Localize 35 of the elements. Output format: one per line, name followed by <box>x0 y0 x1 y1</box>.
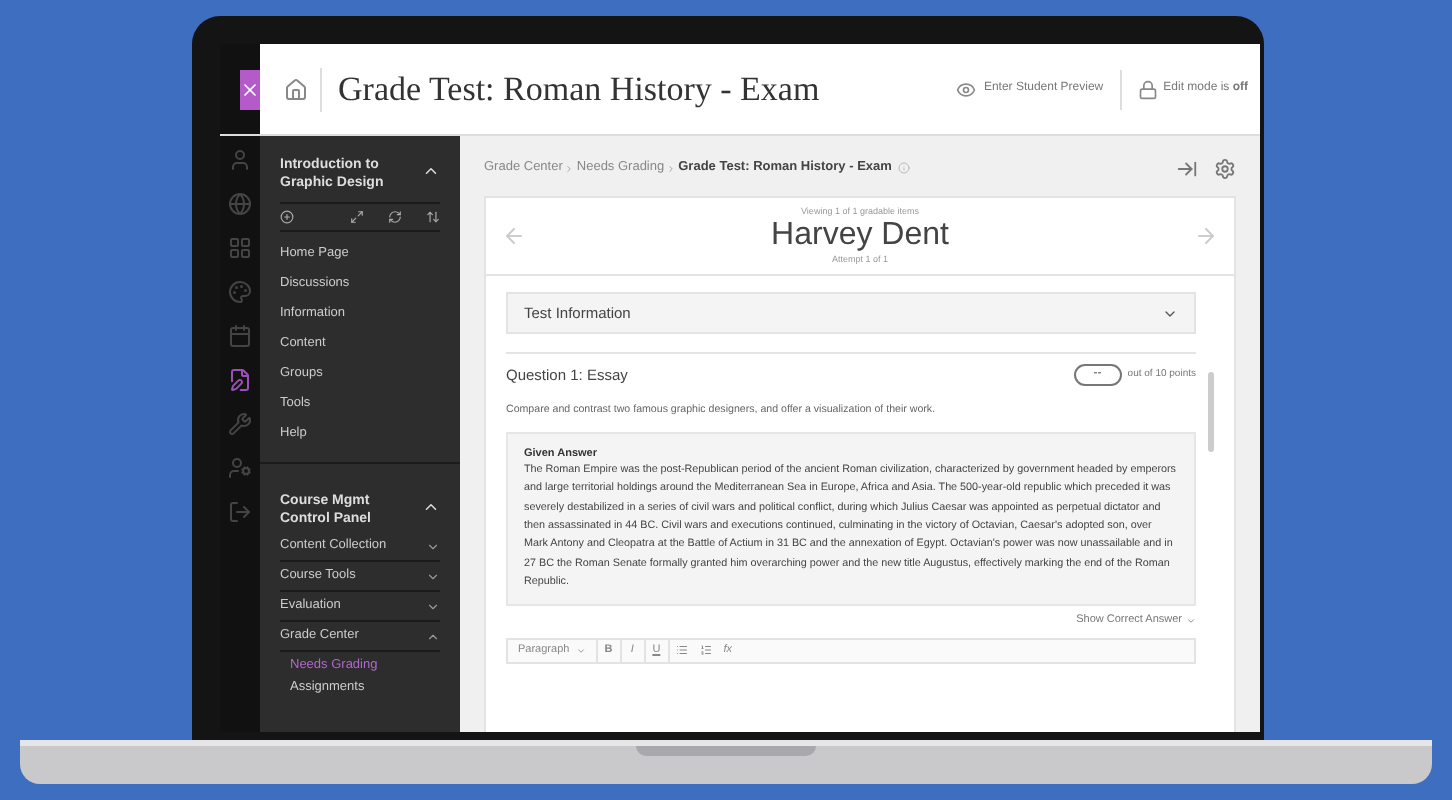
expand-icon[interactable] <box>350 210 364 224</box>
chevron-up-icon[interactable] <box>426 629 440 643</box>
breadcrumb-separator-icon <box>666 163 677 173</box>
scrollbar[interactable] <box>1208 372 1214 452</box>
close-icon <box>240 79 260 99</box>
caret-icon <box>575 645 586 656</box>
chevron-up-icon[interactable] <box>422 498 440 516</box>
document-edit-icon[interactable] <box>228 368 252 392</box>
refresh-icon[interactable] <box>388 210 402 224</box>
page-title: Grade Test: Roman History - Exam <box>338 67 820 112</box>
breadcrumb-separator-icon <box>564 163 575 173</box>
chevron-down-icon[interactable] <box>426 539 440 553</box>
bullet-list-icon[interactable] <box>675 644 688 657</box>
numbered-list-icon[interactable] <box>699 644 712 657</box>
student-name: Harvey Dent <box>771 218 949 254</box>
grid-icon[interactable] <box>228 236 252 260</box>
chevron-down-icon[interactable] <box>426 569 440 583</box>
chevron-up-icon[interactable] <box>422 162 440 180</box>
tools-icon[interactable] <box>228 412 252 436</box>
calendar-icon[interactable] <box>228 324 252 348</box>
lock-icon <box>1137 79 1158 99</box>
close-button[interactable] <box>240 69 260 109</box>
user-settings-icon[interactable] <box>228 456 252 480</box>
user-icon[interactable] <box>228 148 252 172</box>
add-icon[interactable] <box>280 210 294 224</box>
home-icon[interactable] <box>284 77 308 101</box>
palette-icon[interactable] <box>228 280 252 304</box>
collapse-icon[interactable] <box>1176 157 1198 179</box>
eye-icon <box>955 79 976 99</box>
settings-icon[interactable] <box>1214 157 1236 179</box>
globe-icon[interactable] <box>228 192 252 216</box>
chevron-down-icon[interactable] <box>426 599 440 613</box>
sort-icon[interactable] <box>426 210 440 224</box>
logout-icon[interactable] <box>228 500 252 524</box>
chevron-down-icon <box>1186 615 1196 626</box>
